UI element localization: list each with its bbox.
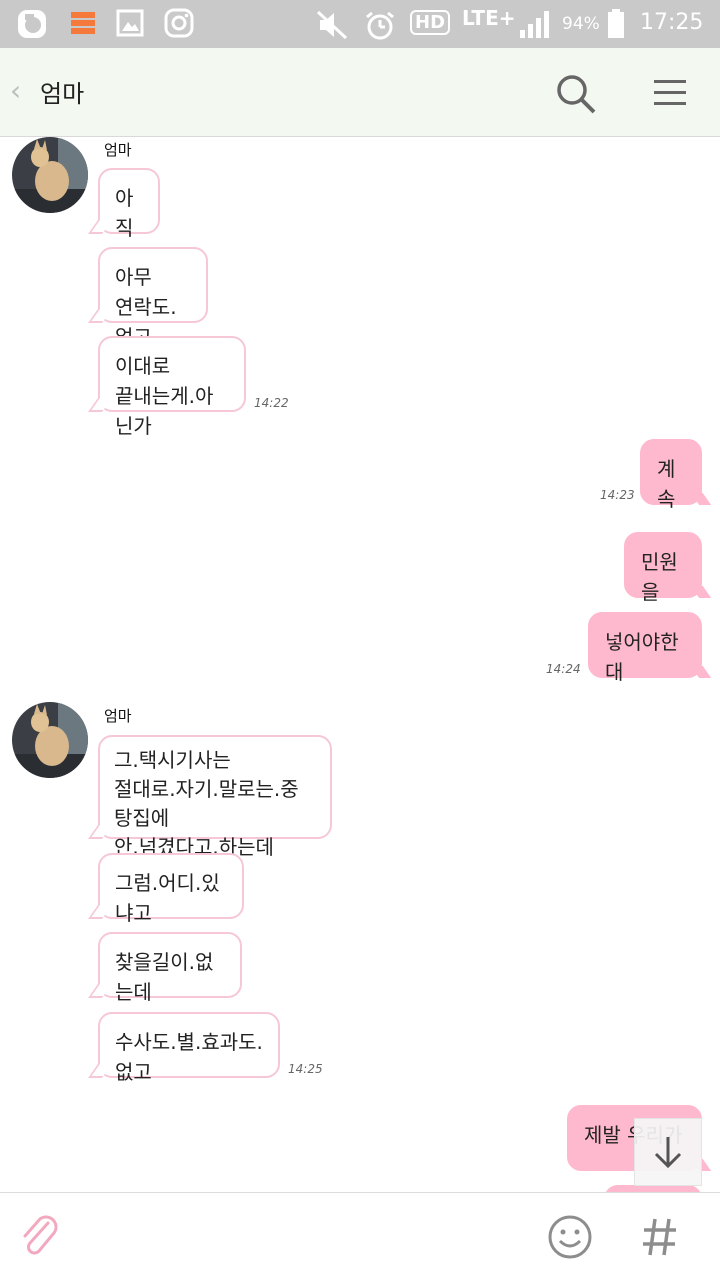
battery-percent: 94% [562,14,600,34]
message-bubble[interactable]: 민원을 [624,532,702,604]
message-bubble[interactable]: 그.택시기사는 절대로.자기.말로는.중탕집에 안.넘겼다고.하는데 [98,735,332,859]
app-stack-icon [70,8,96,42]
signal-icon [518,8,552,44]
message-time: 14:22 [254,396,289,410]
hd-badge: HD [410,10,451,35]
arrow-down-icon [654,1137,682,1169]
message-bubble[interactable]: 아직 [98,168,160,240]
clock: 17:25 [640,10,704,35]
message-bubble[interactable]: 넣어야한대 [588,612,702,684]
battery-icon [606,8,626,44]
app-g-icon [16,8,48,44]
message-time: 14:24 [546,662,581,676]
gallery-icon [116,8,144,42]
search-icon[interactable] [554,72,598,120]
message-list[interactable]: 엄마 아직 아무 연락도.없고 이대로 끝내는게.아닌가 14:22 14:23… [0,137,720,1192]
sender-name: 엄마 [104,141,132,159]
chat-header: ‹ 엄마 [0,48,720,137]
message-time: 14:23 [600,488,635,502]
sender-name: 엄마 [104,707,132,725]
hashtag-icon[interactable] [640,1213,680,1265]
avatar[interactable] [12,702,88,778]
message-bubble[interactable]: 계속 [640,439,702,511]
alarm-icon [364,10,396,46]
status-bar: HD LTE+ 94% 17:25 [0,0,720,48]
message-bubble[interactable]: 수사도.별.효과도.없고 [98,1012,280,1084]
network-label: LTE+ [462,6,516,30]
avatar[interactable] [12,137,88,213]
message-bubble[interactable]: 찾을길이.없는데 [98,932,242,1004]
message-bubble[interactable]: 이대로 끝내는게.아닌가 [98,336,246,438]
instagram-icon [164,8,194,42]
chevron-left-icon[interactable]: ‹ [10,74,21,107]
chat-title: 엄마 [40,80,85,108]
message-time: 14:25 [288,1062,323,1076]
input-bar [0,1192,720,1281]
mute-icon [316,10,350,44]
message-bubble[interactable]: 아무 연락도.없고 [98,247,208,349]
menu-icon[interactable] [652,78,688,112]
paperclip-icon[interactable] [18,1213,60,1263]
smiley-icon[interactable] [546,1213,594,1265]
scroll-to-bottom-button[interactable] [634,1118,702,1186]
message-bubble[interactable]: 그럼.어디.있냐고 [98,853,244,925]
